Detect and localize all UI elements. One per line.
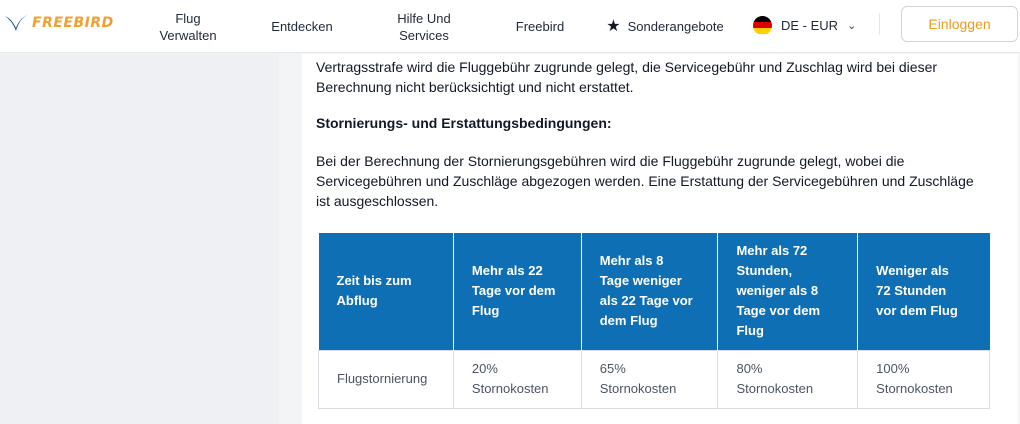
top-navigation-bar: FREEBIRD Flug Verwalten Entdecken Hilfe … bbox=[0, 0, 1020, 53]
cell-flugstornierung: Flugstornierung bbox=[318, 349, 454, 409]
login-button[interactable]: Einloggen bbox=[901, 6, 1018, 42]
brand-name: FREEBIRD bbox=[32, 15, 114, 31]
nav-entdecken-label: Entdecken bbox=[271, 19, 333, 34]
left-sidebar-panel bbox=[0, 54, 279, 424]
star-icon: ★ bbox=[606, 18, 621, 35]
table-header-row: Zeit bis zum Abflug Mehr als 22 Tage vor… bbox=[318, 233, 990, 350]
header-weniger-als-72-stunden: Weniger als 72 Stunden vor dem Flug bbox=[857, 233, 990, 350]
language-currency-selector[interactable]: DE - EUR ⌄ bbox=[753, 13, 856, 37]
conditions-heading: Stornierungs- und Erstattungsbedingungen… bbox=[316, 115, 612, 131]
header-8-bis-22-tage: Mehr als 8 Tage weniger als 22 Tage vor … bbox=[581, 233, 719, 350]
chevron-down-icon: ⌄ bbox=[847, 19, 857, 32]
cell-80-percent: 80% Stornokosten bbox=[717, 349, 859, 409]
intro-paragraph: Vertragsstrafe wird die Fluggebühr zugru… bbox=[316, 59, 938, 95]
nav-freebird[interactable]: Freebird bbox=[505, 0, 575, 53]
cell-20-percent: 20% Stornokosten bbox=[452, 349, 582, 409]
nav-freebird-label: Freebird bbox=[515, 19, 565, 34]
cancellation-table: Zeit bis zum Abflug Mehr als 22 Tage vor… bbox=[318, 233, 990, 409]
header-72-stunden-bis-8-tage: Mehr als 72 Stunden, weniger als 8 Tage … bbox=[717, 233, 859, 350]
conditions-paragraph: Bei der Berechnung der Stornierungsgebüh… bbox=[316, 153, 974, 209]
nav-sonderangebote-label: Sonderangebote bbox=[627, 19, 724, 34]
nav-divider bbox=[879, 13, 880, 35]
header-mehr-als-22-tage: Mehr als 22 Tage vor dem Flug bbox=[453, 233, 582, 350]
nav-hilfe-label: Hilfe Und Services bbox=[397, 10, 451, 43]
nav-sonderangebote[interactable]: ★ Sonderangebote bbox=[600, 0, 730, 53]
cell-100-percent: 100% Stornokosten bbox=[857, 349, 990, 409]
freebird-logo[interactable]: FREEBIRD bbox=[4, 9, 129, 37]
nav-entdecken[interactable]: Entdecken bbox=[262, 0, 342, 53]
cell-65-percent: 65% Stornokosten bbox=[580, 349, 719, 409]
main-content: Vertragsstrafe wird die Fluggebühr zugru… bbox=[302, 54, 1018, 424]
bird-logo-icon bbox=[5, 14, 29, 31]
login-label: Einloggen bbox=[928, 16, 991, 32]
header-zeit-bis-abflug: Zeit bis zum Abflug bbox=[318, 233, 454, 350]
table-row: Flugstornierung 20% Stornokosten 65% Sto… bbox=[318, 349, 990, 409]
locale-label: DE - EUR bbox=[781, 17, 839, 33]
nav-hilfe-und-services[interactable]: Hilfe Und Services bbox=[382, 0, 466, 53]
germany-flag-icon bbox=[753, 15, 772, 35]
nav-flug-label: Flug Verwalten bbox=[159, 10, 217, 43]
nav-flug-verwalten[interactable]: Flug Verwalten bbox=[150, 0, 226, 53]
